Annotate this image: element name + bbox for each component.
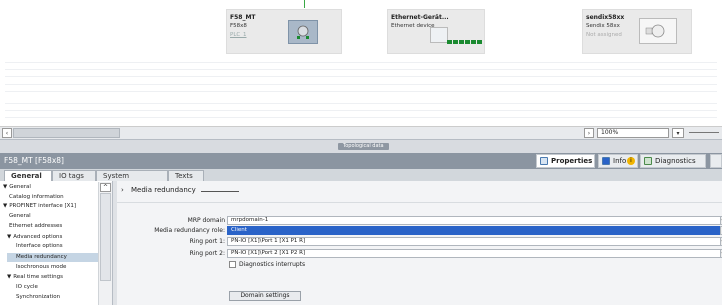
nav-item-label: General [9, 213, 31, 219]
scroll-thumb[interactable] [13, 128, 120, 138]
media-redundancy-role-select[interactable]: Client▼ [227, 226, 722, 235]
nav-item[interactable]: Media redundancy [7, 253, 98, 262]
expand-arrow-icon[interactable]: ▼ [3, 184, 7, 190]
nav-item[interactable]: ▼ General [3, 183, 31, 192]
nav-item[interactable]: General [7, 212, 31, 221]
device-image [639, 18, 677, 44]
section-rule [201, 191, 239, 192]
tab-io-tags[interactable]: IO tags [52, 170, 96, 181]
nav-item[interactable]: ▼ Advanced options [7, 233, 62, 242]
device-sendix[interactable]: sendix58xx Sendix 58xx Not assigned [582, 9, 692, 54]
nav-item-label: Ethernet addresses [9, 223, 63, 229]
zoom-field[interactable]: 100% [597, 128, 669, 138]
tab-label: Info [613, 157, 627, 165]
ring-port-1-select[interactable]: PN-IO [X1]\Port 1 [X1 P1 R]▼ [227, 237, 722, 246]
view-tab-strip: Topological data [0, 139, 722, 153]
content-divider [117, 202, 722, 203]
nav-item[interactable]: Isochronous mode [14, 263, 66, 272]
expand-arrow-icon[interactable]: ▼ [7, 234, 11, 240]
tab-system-constants[interactable]: System constants [96, 170, 168, 190]
inspector-subtabs: General IO tags System constants Texts [0, 169, 722, 190]
nav-item-label: PROFINET interface [X1] [9, 203, 77, 209]
ring-port-1-label: Ring port 1: [189, 238, 225, 245]
diagnostics-interrupts-label: Diagnostics interrupts [239, 261, 306, 268]
device-name: Ethernet-Gerät... [391, 14, 449, 21]
device-image [288, 20, 318, 44]
connection-line [304, 0, 305, 8]
nav-item[interactable]: ▼ Real time settings [7, 273, 63, 282]
scroll-right-button[interactable]: › [584, 128, 594, 138]
media-redundancy-role-label: Media redundancy role: [154, 227, 225, 234]
device-name: F58_MT [230, 14, 256, 21]
zoom-slider[interactable] [689, 132, 719, 133]
nav-scrollbar[interactable]: ^ [98, 182, 112, 305]
section-title: Media redundancy [131, 186, 196, 194]
device-type: F58x8 [230, 23, 247, 29]
tab-label: Properties [551, 157, 593, 165]
nav-item-label: IO cycle [16, 284, 38, 290]
diagnostics-interrupts-checkbox[interactable] [229, 261, 236, 268]
encoder-icon [297, 25, 309, 39]
inspector-menu-button[interactable] [710, 154, 722, 168]
nav-item-label: Synchronization [16, 294, 61, 300]
nav-item-label: General [9, 184, 31, 190]
tab-topological-data[interactable]: Topological data [338, 143, 389, 150]
nav-item-label: Media redundancy [16, 254, 67, 260]
topology-view: F58_MT F58x8 PLC_1 Ethernet-Gerät... Eth… [0, 0, 722, 126]
mrp-domain-select[interactable]: mrpdomain-1▼ [227, 216, 722, 225]
tab-properties[interactable]: Properties [536, 154, 595, 168]
nav-item[interactable]: Catalog information [7, 193, 64, 202]
nav-item[interactable]: ▼ PROFINET interface [X1] [3, 202, 76, 211]
nav-item-label: Isochronous mode [16, 264, 67, 270]
device-type: Ethernet device [391, 23, 435, 29]
device-plc-link[interactable]: PLC_1 [230, 32, 246, 38]
expand-arrow-icon[interactable]: ▼ [7, 274, 11, 280]
device-f58mt[interactable]: F58_MT F58x8 PLC_1 [226, 9, 342, 54]
scroll-thumb[interactable] [100, 193, 111, 281]
nav-item[interactable]: IO cycle [14, 283, 38, 292]
info-alert-icon: i [627, 157, 635, 165]
nav-item[interactable]: Ethernet addresses [7, 222, 62, 231]
nav-item[interactable]: Interface options [14, 242, 63, 251]
properties-content: › Media redundancy MRP domain mrpdomain-… [117, 181, 722, 305]
device-image [430, 27, 448, 43]
properties-icon [540, 157, 548, 165]
ring-port-2-select[interactable]: PN-IO [X1]\Port 2 [X1 P2 R]▼ [227, 249, 722, 258]
device-type: Sendix 58xx [586, 23, 620, 29]
diagnostics-icon [644, 157, 652, 165]
tab-texts[interactable]: Texts [168, 170, 204, 181]
scroll-up-button[interactable]: ^ [100, 183, 111, 192]
device-ethernet[interactable]: Ethernet-Gerät... Ethernet device [387, 9, 485, 54]
nav-item-label: Real time settings [13, 274, 63, 280]
port-indicators [447, 40, 482, 44]
tab-diagnostics[interactable]: Diagnostics [640, 154, 706, 168]
ring-port-2-label: Ring port 2: [189, 250, 225, 257]
section-header: › Media redundancy [121, 186, 711, 196]
topology-scrollbar-row: ‹ › 100% ▾ [0, 126, 722, 139]
scroll-left-button[interactable]: ‹ [2, 128, 12, 138]
expand-arrow-icon[interactable]: ▼ [3, 203, 7, 209]
collapse-arrow-icon[interactable]: › [121, 186, 124, 194]
info-icon [602, 157, 610, 165]
domain-settings-button[interactable]: Domain settings [229, 291, 301, 301]
inspector-header: F58_MT [F58x8] Properties Info i Diagnos… [0, 153, 722, 169]
nav-item-label: Catalog information [9, 194, 64, 200]
inspector-title: F58_MT [F58x8] [4, 156, 64, 165]
nav-item-label: Interface options [16, 243, 63, 249]
tab-label: Diagnostics [655, 157, 696, 165]
nav-item[interactable]: Synchronization [14, 293, 60, 302]
device-name: sendix58xx [586, 14, 625, 21]
zoom-dropdown-button[interactable]: ▾ [672, 128, 684, 138]
device-assign-status: Not assigned [586, 32, 622, 38]
encoder-icon [645, 24, 665, 38]
mrp-domain-label: MRP domain [187, 217, 225, 224]
tab-info[interactable]: Info i [598, 154, 638, 168]
nav-item-label: Advanced options [13, 234, 63, 240]
